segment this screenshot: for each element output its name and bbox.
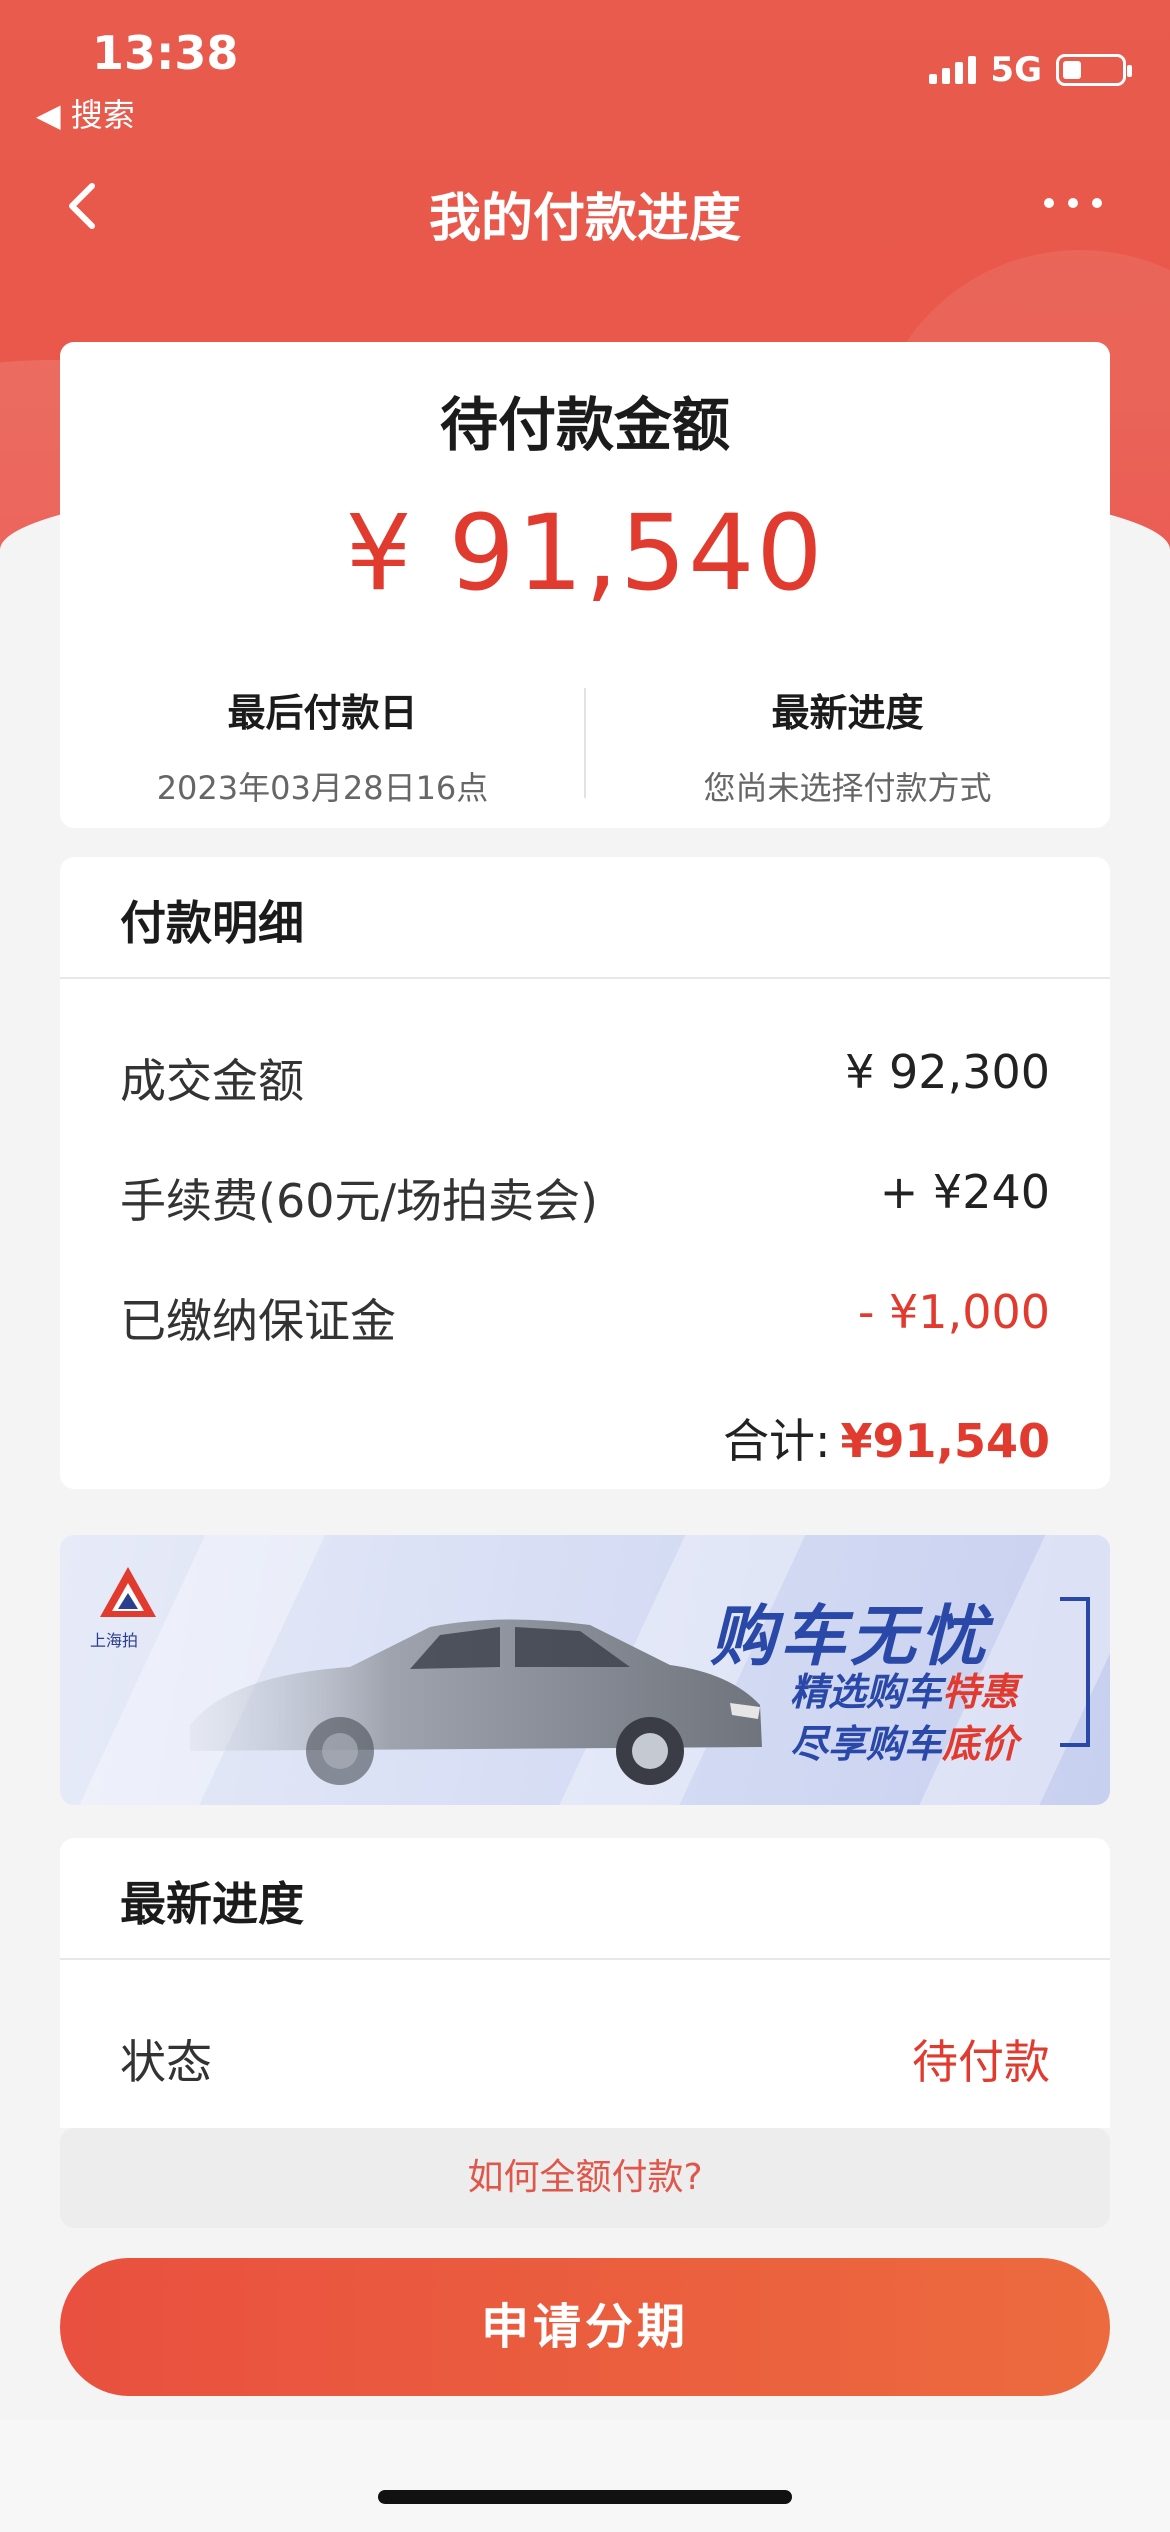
detail-row: 成交金额 ¥ 92,300 [120, 1045, 1050, 1111]
page-title: 我的付款进度 [428, 189, 741, 249]
banner-subline-text: 尽享购车 [790, 1722, 943, 1766]
deadline-info: 最后付款日 2023年03月28日16点 [60, 682, 585, 809]
back-to-app-link[interactable]: ◀ 搜索 [36, 90, 135, 136]
banner-subline: 尽享购车底价 [790, 1713, 1018, 1768]
banner-subline: 精选购车特惠 [790, 1661, 1018, 1716]
progress-info: 最新进度 您尚未选择付款方式 [585, 682, 1110, 809]
brand-logo-icon [100, 1567, 156, 1617]
divider [60, 977, 1110, 979]
pending-amount-title: 待付款金额 [439, 391, 730, 459]
divider [60, 1958, 1110, 1960]
detail-row-label: 已缴纳保证金 [120, 1294, 396, 1348]
payment-detail-card: 付款明细 成交金额 ¥ 92,300 手续费(60元/场拍卖会) + ¥240 … [60, 857, 1110, 1489]
section-title: 付款明细 [120, 896, 304, 950]
detail-row-value: - ¥1,000 [857, 1285, 1050, 1339]
battery-icon [1056, 54, 1132, 86]
total-value: ¥91,540 [840, 1414, 1050, 1468]
home-indicator[interactable] [378, 2490, 792, 2504]
detail-row-label: 成交金额 [120, 1054, 304, 1108]
deadline-label: 最后付款日 [227, 691, 418, 735]
status-value: 待付款 [912, 2035, 1050, 2089]
progress-value: 您尚未选择付款方式 [703, 769, 992, 807]
pending-amount-value: ¥ 91,540 [345, 492, 825, 614]
car-image [190, 1619, 762, 1785]
brand-logo-text: 上海拍 [90, 1631, 139, 1650]
status-label: 状态 [120, 2035, 212, 2089]
latest-progress-card: 最新进度 状态 待付款 [60, 1838, 1110, 2128]
status-indicators: 5G [929, 50, 1132, 90]
promo-banner[interactable]: 上海拍 购车无忧 精选购车特惠 尽享购车底价 [60, 1535, 1110, 1805]
status-row: 状态 待付款 [120, 2026, 1050, 2092]
detail-row-value: + ¥240 [879, 1165, 1050, 1219]
banner-subline-text: 精选购车 [790, 1670, 943, 1714]
how-to-pay-link[interactable]: 如何全额付款? [60, 2128, 1110, 2228]
network-type: 5G [990, 50, 1042, 90]
total-label: 合计: [722, 1414, 831, 1468]
banner-highlight: 特惠 [942, 1670, 1019, 1714]
more-options-icon[interactable] [1044, 198, 1102, 208]
pending-amount-card: 待付款金额 ¥ 91,540 最后付款日 2023年03月28日16点 最新进度… [60, 342, 1110, 828]
progress-label: 最新进度 [771, 691, 924, 735]
detail-row-value: ¥ 92,300 [845, 1045, 1050, 1099]
banner-bracket-decoration [1060, 1597, 1090, 1747]
status-time: 13:38 [92, 26, 239, 80]
deadline-value: 2023年03月28日16点 [156, 769, 489, 807]
apply-installment-button[interactable]: 申请分期 [60, 2258, 1110, 2396]
banner-highlight: 底价 [942, 1722, 1019, 1766]
detail-row: 已缴纳保证金 - ¥1,000 [120, 1285, 1050, 1351]
bottom-bar [0, 2420, 1170, 2532]
section-title: 最新进度 [120, 1877, 304, 1931]
detail-row: 手续费(60元/场拍卖会) + ¥240 [120, 1165, 1050, 1231]
signal-icon [929, 56, 977, 84]
detail-row-label: 手续费(60元/场拍卖会) [120, 1174, 598, 1228]
detail-total: 合计: ¥91,540 [723, 1405, 1050, 1471]
